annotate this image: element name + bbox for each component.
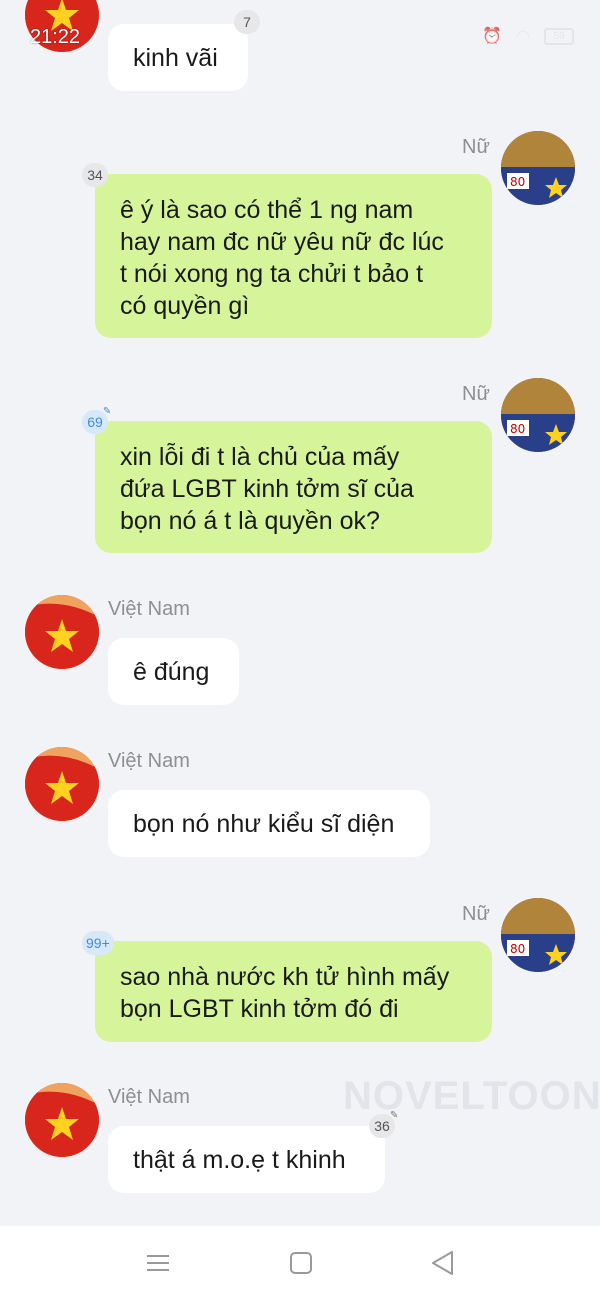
avatar-vietnam[interactable] xyxy=(25,1083,99,1157)
message-bubble[interactable]: bọn nó như kiểu sĩ diện xyxy=(108,790,430,857)
avatar-vietnam[interactable] xyxy=(25,747,99,821)
read-count-badge[interactable]: 99+ xyxy=(82,931,114,955)
avatar-nu[interactable]: 80 xyxy=(501,378,575,452)
menu-icon[interactable] xyxy=(143,1248,173,1278)
noveltoon-watermark: NOVELTOON xyxy=(343,1074,600,1118)
message-bubble[interactable]: kinh vãi xyxy=(108,24,248,91)
message-text: ê đúng xyxy=(133,658,210,686)
sender-name: Việt Nam xyxy=(108,598,190,620)
svg-text:80: 80 xyxy=(510,175,525,189)
message-bubble[interactable]: sao nhà nước kh tử hình mấy bọn LGBT kin… xyxy=(95,941,492,1042)
message-text: bọn nó như kiểu sĩ diện xyxy=(133,810,395,838)
pencil-icon: ✎ xyxy=(390,1110,399,1121)
sender-name: Nữ xyxy=(462,383,490,405)
pencil-icon: ✎ xyxy=(103,406,112,417)
message-bubble[interactable]: ê đúng xyxy=(108,638,239,705)
back-triangle-icon[interactable] xyxy=(428,1248,458,1278)
message-text: ê ý là sao có thể 1 ng nam hay nam đc nữ… xyxy=(120,196,444,320)
battery-icon: 59 xyxy=(544,27,574,45)
home-square-icon[interactable] xyxy=(286,1248,316,1278)
message-text: sao nhà nước kh tử hình mấy bọn LGBT kin… xyxy=(120,963,450,1023)
system-nav-bar xyxy=(0,1226,600,1300)
wifi-icon: ◠ xyxy=(516,28,530,45)
message-text: kinh vãi xyxy=(133,44,218,72)
alarm-icon: ⏰ xyxy=(482,28,503,45)
read-count-badge[interactable]: 34 xyxy=(82,163,108,187)
read-count-badge[interactable]: 7 xyxy=(234,10,260,34)
message-text: thật á m.o.ẹ t khinh xyxy=(133,1146,346,1174)
status-time: 21:22 xyxy=(30,26,81,48)
sender-name: Việt Nam xyxy=(108,750,190,772)
avatar-nu[interactable]: 80 xyxy=(501,131,575,205)
message-bubble[interactable]: xin lỗi đi t là chủ của mấy đứa LGBT kin… xyxy=(95,421,492,553)
sender-name: Việt Nam xyxy=(108,1086,190,1108)
message-bubble[interactable]: ê ý là sao có thể 1 ng nam hay nam đc nữ… xyxy=(95,174,492,338)
svg-text:80: 80 xyxy=(510,422,525,436)
sender-name: Nữ xyxy=(462,903,490,925)
message-text: xin lỗi đi t là chủ của mấy đứa LGBT kin… xyxy=(120,443,414,535)
status-icons: ⏰ ◠ 59 xyxy=(482,26,574,46)
sender-name: Nữ xyxy=(462,136,490,158)
avatar-vietnam[interactable] xyxy=(25,595,99,669)
svg-text:80: 80 xyxy=(510,942,525,956)
message-bubble[interactable]: thật á m.o.ẹ t khinh xyxy=(108,1126,385,1193)
avatar-nu[interactable]: 80 xyxy=(501,898,575,972)
